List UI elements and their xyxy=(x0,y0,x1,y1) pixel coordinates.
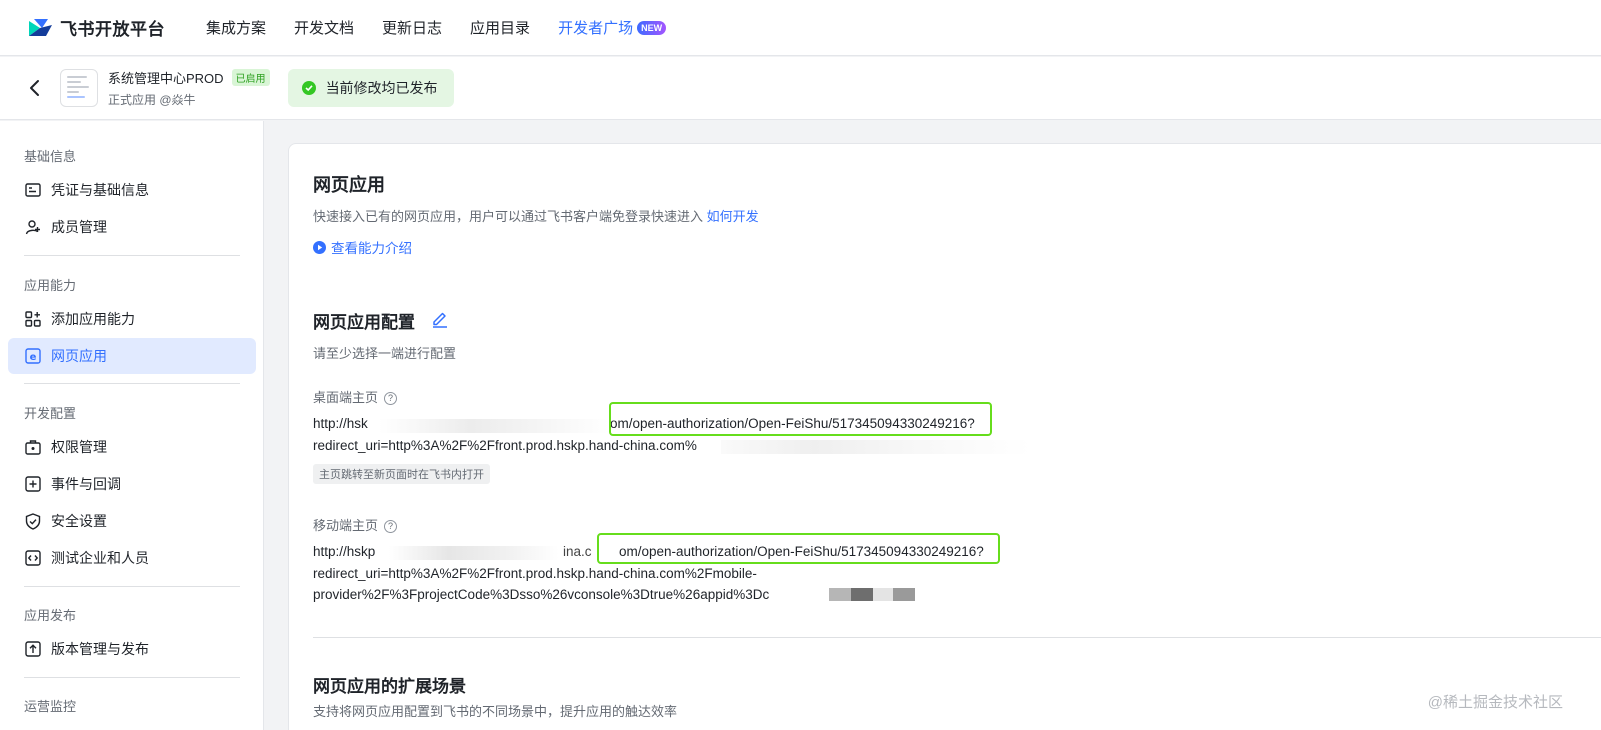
open-in-feishu-chip: 主页跳转至新页面时在飞书内打开 xyxy=(313,464,490,484)
upload-icon xyxy=(24,640,42,658)
permission-icon xyxy=(24,438,42,456)
mobile-home-label: 移动端主页? xyxy=(313,515,398,534)
sidebar-item-add-capability[interactable]: 添加应用能力 xyxy=(8,301,256,337)
back-button[interactable] xyxy=(24,78,44,98)
top-navigation: 飞书开放平台 集成方案 开发文档 更新日志 应用目录 开发者广场 NEW xyxy=(0,0,1601,56)
feishu-logo-icon xyxy=(29,18,52,36)
sidebar-item-label: 凭证与基础信息 xyxy=(51,182,149,198)
redacted-area xyxy=(873,588,893,601)
sidebar-group-capability: 应用能力 xyxy=(24,278,77,293)
highlight-box xyxy=(597,533,1000,564)
page-title: 网页应用 xyxy=(313,175,385,195)
highlight-box xyxy=(609,402,992,436)
app-name: 系统管理中心PROD xyxy=(108,71,224,86)
sidebar-item-events[interactable]: 事件与回调 xyxy=(8,466,256,502)
app-thumbnail xyxy=(60,69,98,107)
mobile-url-prefix: http://hskp xyxy=(313,544,376,559)
sidebar-item-label: 测试企业和人员 xyxy=(51,550,149,566)
app-info: 系统管理中心PROD 已启用 正式应用 @焱牛 xyxy=(108,68,270,108)
app-header: 系统管理中心PROD 已启用 正式应用 @焱牛 当前修改均已发布 xyxy=(0,57,1601,120)
desktop-url-line2: redirect_uri=http%3A%2F%2Ffront.prod.hsk… xyxy=(313,438,697,453)
watermark: @稀土掘金技术社区 xyxy=(1427,694,1563,711)
member-icon xyxy=(24,218,42,236)
new-badge: NEW xyxy=(637,20,667,35)
sidebar-item-test-users[interactable]: 测试企业和人员 xyxy=(8,540,256,576)
toast-text: 当前修改均已发布 xyxy=(325,80,438,96)
mobile-url-line2: redirect_uri=http%3A%2F%2Ffront.prod.hsk… xyxy=(313,566,757,581)
sidebar-item-permissions[interactable]: 权限管理 xyxy=(8,429,256,465)
description-text: 快速接入已有的网页应用，用户可以通过飞书客户端免登录快速进入 xyxy=(313,209,704,224)
sidebar-group-basic: 基础信息 xyxy=(24,149,77,164)
desktop-home-label-text: 桌面端主页 xyxy=(313,390,379,405)
sidebar-item-label: 成员管理 xyxy=(51,219,107,235)
web-app-card: 网页应用 快速接入已有的网页应用，用户可以通过飞书客户端免登录快速进入 如何开发… xyxy=(288,143,1601,730)
sidebar-group-release: 应用发布 xyxy=(24,608,77,623)
nav-changelog[interactable]: 更新日志 xyxy=(382,17,442,38)
help-icon[interactable]: ? xyxy=(384,519,398,533)
mobile-url-fragment: ina.c xyxy=(563,544,592,559)
redacted-area xyxy=(379,419,609,433)
brand-name: 飞书开放平台 xyxy=(60,20,165,39)
status-badge: 已启用 xyxy=(231,69,270,86)
desktop-home-label: 桌面端主页? xyxy=(313,387,398,406)
svg-text:e: e xyxy=(30,352,37,363)
mobile-home-label-text: 移动端主页 xyxy=(313,518,379,533)
app-subtitle: 正式应用 @焱牛 xyxy=(108,93,196,107)
chevron-left-icon xyxy=(30,80,39,96)
sidebar-item-web-app[interactable]: e 网页应用 xyxy=(8,338,256,374)
sidebar: 基础信息 凭证与基础信息 成员管理 应用能力 添加应用能力 e 网页应用 开发配… xyxy=(0,121,264,730)
section-divider xyxy=(313,637,1601,638)
sidebar-group-dev-config: 开发配置 xyxy=(24,406,77,421)
nav-developer-plaza[interactable]: 开发者广场 NEW xyxy=(558,17,667,38)
sidebar-group-monitoring: 运营监控 xyxy=(24,699,77,714)
edit-pencil-icon xyxy=(433,312,447,328)
extension-title: 网页应用的扩展场景 xyxy=(313,677,466,696)
redacted-area xyxy=(893,588,915,601)
extension-description: 支持将网页应用配置到飞书的不同场景中，提升应用的触达效率 xyxy=(313,704,678,719)
config-hint: 请至少选择一端进行配置 xyxy=(313,346,457,361)
redacted-area xyxy=(851,588,873,601)
mobile-url-line3: provider%2F%3FprojectCode%3Dsso%26vconso… xyxy=(313,587,770,602)
play-circle-icon xyxy=(313,240,326,254)
how-to-develop-link[interactable]: 如何开发 xyxy=(707,209,759,224)
redacted-area xyxy=(721,440,1031,454)
edit-config-button[interactable] xyxy=(431,310,449,333)
credential-icon xyxy=(24,181,42,199)
sidebar-divider xyxy=(24,586,240,587)
sidebar-item-label: 版本管理与发布 xyxy=(51,641,149,657)
brand[interactable]: 飞书开放平台 xyxy=(26,15,206,40)
view-intro-label: 查看能力介绍 xyxy=(331,241,412,256)
sidebar-item-label: 安全设置 xyxy=(51,513,107,529)
redacted-area xyxy=(829,588,851,601)
sidebar-item-label: 网页应用 xyxy=(51,348,107,364)
published-toast: 当前修改均已发布 xyxy=(287,69,454,107)
sidebar-divider xyxy=(24,255,240,256)
sidebar-item-security[interactable]: 安全设置 xyxy=(8,503,256,539)
nav-integration[interactable]: 集成方案 xyxy=(206,17,266,38)
sidebar-item-members[interactable]: 成员管理 xyxy=(8,209,256,245)
add-capability-icon xyxy=(24,310,42,328)
nav-docs[interactable]: 开发文档 xyxy=(294,17,354,38)
shield-icon xyxy=(24,512,42,530)
sidebar-divider xyxy=(24,383,240,384)
event-icon xyxy=(24,475,42,493)
sidebar-divider xyxy=(24,677,240,678)
sidebar-item-versions[interactable]: 版本管理与发布 xyxy=(8,631,256,667)
desktop-url-prefix: http://hsk xyxy=(313,416,368,431)
sidebar-item-label: 添加应用能力 xyxy=(51,311,135,327)
redacted-area xyxy=(389,546,559,560)
check-circle-icon xyxy=(301,81,316,95)
nav-app-directory[interactable]: 应用目录 xyxy=(470,17,530,38)
help-icon[interactable]: ? xyxy=(384,391,398,405)
view-intro-link[interactable]: 查看能力介绍 xyxy=(313,237,412,257)
page-description: 快速接入已有的网页应用，用户可以通过飞书客户端免登录快速进入 如何开发 xyxy=(313,206,759,225)
sidebar-item-label: 事件与回调 xyxy=(51,476,121,492)
sidebar-item-label: 权限管理 xyxy=(51,439,107,455)
sidebar-item-credentials[interactable]: 凭证与基础信息 xyxy=(8,172,256,208)
nav-developer-plaza-label: 开发者广场 xyxy=(558,20,634,37)
config-title: 网页应用配置 xyxy=(313,313,415,332)
test-icon xyxy=(24,549,42,567)
web-app-icon: e xyxy=(24,347,42,365)
